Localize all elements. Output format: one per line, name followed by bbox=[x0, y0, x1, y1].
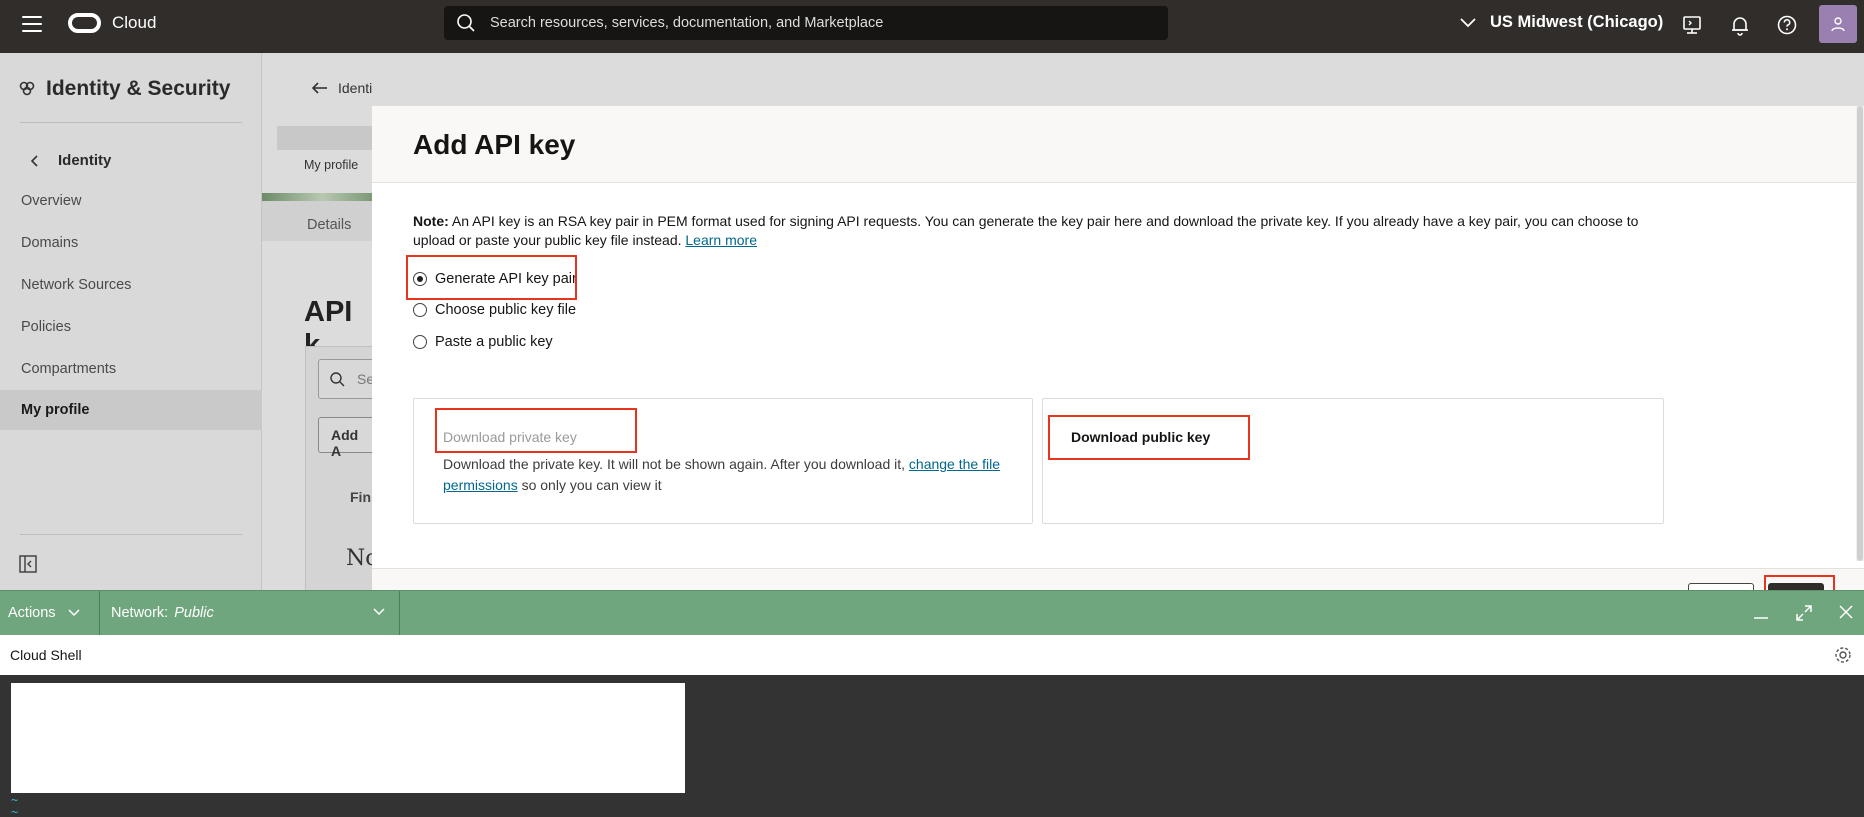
nav-title: Identity & Security bbox=[18, 77, 230, 101]
network-value: Public bbox=[174, 605, 214, 621]
my-profile-label: My profile bbox=[304, 158, 359, 172]
collapse-sidebar-icon[interactable] bbox=[19, 555, 37, 573]
no-items-text: No bbox=[346, 546, 372, 571]
dialog-header: Add API key bbox=[372, 106, 1864, 183]
api-keys-search-placeholder: Se bbox=[357, 371, 372, 387]
background-content: Identi My profile Details API k Se Add A… bbox=[262, 53, 372, 590]
region-selector[interactable]: US Midwest (Chicago) bbox=[1460, 13, 1663, 32]
cloud-shell-toolbar: Actions Network: Public bbox=[0, 590, 1864, 635]
network-label: Network: bbox=[111, 605, 169, 621]
profile-banner bbox=[262, 193, 372, 201]
user-icon bbox=[1831, 17, 1845, 32]
network-selector[interactable]: Network: Public bbox=[100, 591, 400, 635]
cloud-shell-title-bar: Cloud Shell bbox=[0, 635, 1864, 675]
option-paste-public-key[interactable]: Paste a public key bbox=[413, 334, 553, 350]
background-page: Identity & Security Identity Overview Do… bbox=[0, 53, 1864, 643]
close-icon[interactable] bbox=[1838, 604, 1854, 620]
arrow-left-icon bbox=[312, 82, 327, 94]
left-navigation: Identity & Security Identity Overview Do… bbox=[0, 53, 262, 590]
cloud-shell-title: Cloud Shell bbox=[10, 647, 82, 663]
chevron-left-icon bbox=[30, 154, 38, 167]
search-placeholder: Search resources, services, documentatio… bbox=[490, 15, 884, 31]
tab-details[interactable]: Details bbox=[307, 217, 351, 233]
nav-item-network-sources[interactable]: Network Sources bbox=[21, 277, 131, 293]
identity-security-icon bbox=[19, 81, 35, 96]
nav-item-my-profile[interactable]: My profile bbox=[0, 390, 262, 430]
gear-icon[interactable] bbox=[1834, 646, 1852, 664]
header-strip bbox=[277, 126, 372, 150]
nav-item-policies[interactable]: Policies bbox=[21, 319, 71, 335]
nav-item-compartments[interactable]: Compartments bbox=[21, 361, 116, 377]
oracle-logo[interactable] bbox=[68, 13, 101, 33]
add-api-key-button-bg[interactable]: Add A bbox=[318, 417, 372, 459]
search-icon bbox=[330, 372, 345, 387]
learn-more-link[interactable]: Learn more bbox=[685, 232, 757, 248]
breadcrumb[interactable]: Identi bbox=[312, 80, 372, 96]
add-api-key-dialog: Add API key Note: An API key is an RSA k… bbox=[372, 106, 1864, 643]
minimize-icon[interactable] bbox=[1753, 604, 1769, 620]
help-icon[interactable] bbox=[1776, 14, 1798, 36]
top-bar: Cloud Search resources, services, docume… bbox=[0, 0, 1864, 53]
nav-item-overview[interactable]: Overview bbox=[21, 193, 81, 209]
highlight-box-public-key bbox=[1048, 415, 1250, 460]
search-icon bbox=[457, 14, 475, 32]
region-label: US Midwest (Chicago) bbox=[1490, 13, 1664, 31]
maximize-icon[interactable] bbox=[1795, 604, 1813, 622]
chevron-down-icon bbox=[1460, 17, 1476, 27]
note-label: Note: bbox=[413, 213, 449, 229]
fingerprint-column-header: Fin bbox=[350, 489, 371, 505]
terminal-redacted-area bbox=[11, 683, 685, 793]
highlight-box-generate bbox=[406, 255, 577, 300]
cloud-shell-terminal[interactable]: ~ ~ bbox=[0, 675, 1864, 817]
radio-unselected[interactable] bbox=[413, 335, 427, 349]
option-choose-public-key-file[interactable]: Choose public key file bbox=[413, 302, 576, 318]
private-key-description: Download the private key. It will not be… bbox=[443, 456, 1000, 493]
hamburger-menu-icon[interactable] bbox=[22, 16, 42, 32]
actions-menu[interactable]: Actions bbox=[0, 591, 100, 635]
note-text: An API key is an RSA key pair in PEM for… bbox=[413, 213, 1639, 248]
brand-label[interactable]: Cloud bbox=[112, 13, 156, 33]
api-keys-search[interactable]: Se bbox=[318, 359, 372, 399]
user-avatar[interactable] bbox=[1819, 5, 1857, 43]
radio-unselected[interactable] bbox=[413, 303, 427, 317]
nav-back-identity[interactable]: Identity bbox=[30, 152, 111, 169]
dialog-note: Note: An API key is an RSA key pair in P… bbox=[413, 212, 1673, 250]
nav-divider bbox=[20, 122, 242, 123]
nav-divider-bottom bbox=[20, 534, 242, 535]
terminal-tilde: ~ bbox=[11, 805, 19, 817]
global-search[interactable]: Search resources, services, documentatio… bbox=[444, 6, 1168, 40]
nav-item-domains[interactable]: Domains bbox=[21, 235, 78, 251]
dialog-scrollbar[interactable] bbox=[1856, 106, 1864, 561]
highlight-box-private-key bbox=[435, 408, 637, 453]
developer-tools-icon[interactable] bbox=[1681, 14, 1703, 36]
chevron-down-icon bbox=[373, 608, 385, 616]
chevron-down-icon bbox=[68, 609, 80, 617]
notifications-bell-icon[interactable] bbox=[1729, 14, 1751, 36]
dialog-title: Add API key bbox=[413, 129, 576, 160]
